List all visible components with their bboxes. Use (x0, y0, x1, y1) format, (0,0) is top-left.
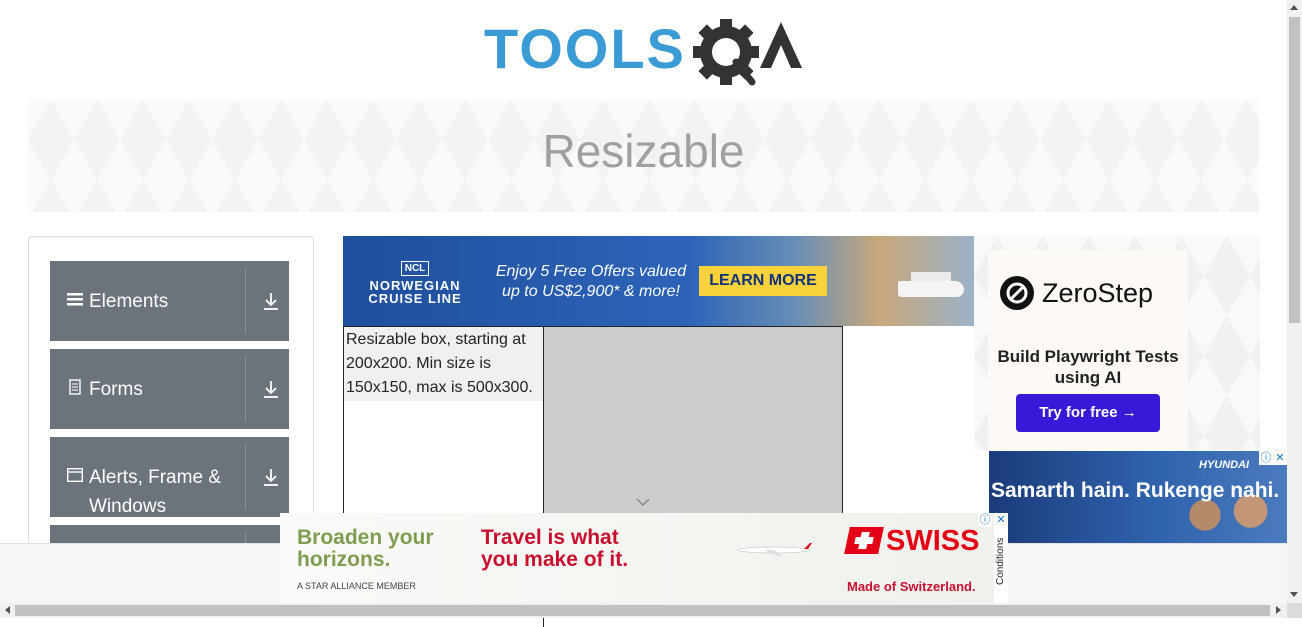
hyundai-headline: Samarth hain. Rukenge nahi. (991, 479, 1280, 502)
ad-close-icon[interactable]: ✕ (994, 513, 1008, 527)
ad-sidebar-zerostep[interactable]: ZeroStep Build Playwright Tests using AI… (974, 236, 1260, 450)
zerostep-logo-icon (1000, 276, 1034, 310)
toolsqa-logo[interactable]: TOOLS (484, 14, 806, 90)
sidebar-group-label: Forms (89, 379, 143, 400)
ad-hyundai[interactable]: Samarth hain. Rukenge nahi. HYUNDAI ⓘ ✕ (989, 451, 1287, 546)
sidebar-group-label: Alerts, Frame & Windows (89, 467, 221, 517)
scrollbar-corner (1287, 603, 1302, 618)
ad-conditions[interactable]: ✕ Conditions (994, 513, 1008, 603)
vertical-scrollbar-thumb[interactable] (1289, 17, 1300, 323)
zerostep-brand: ZeroStep (1042, 278, 1154, 308)
svg-text:TOOLS: TOOLS (484, 17, 686, 80)
star-alliance-text: A STAR ALLIANCE MEMBER (297, 581, 416, 591)
try-for-free-button[interactable]: Try for free → (1016, 394, 1160, 432)
swiss-tagline: Made of Switzerland. (847, 579, 976, 594)
page-title: Resizable (542, 125, 745, 177)
airplane-image (737, 543, 812, 556)
ad-swiss[interactable]: Broaden your horizons. Travel is what yo… (280, 513, 994, 603)
window-icon (67, 468, 83, 483)
scroll-right-icon[interactable] (1276, 606, 1281, 614)
ad-info-icon[interactable]: ⓘ (1259, 451, 1273, 465)
ad-banner-ncl[interactable]: NCL NORWEGIAN CRUISE LINE Enjoy 5 Free O… (343, 236, 974, 326)
ncl-badge: NCL (400, 261, 430, 276)
sidebar-group-elements[interactable]: Elements (50, 261, 289, 341)
vertical-scrollbar[interactable] (1287, 0, 1302, 603)
ad-conditions-label: Conditions (995, 537, 1006, 585)
download-arrow-icon[interactable] (262, 291, 280, 311)
ad-info-icon[interactable]: ⓘ (978, 513, 992, 527)
page-banner: Resizable (28, 100, 1259, 212)
ad-close-icon[interactable]: ✕ (1273, 451, 1287, 465)
zerostep-logo: ZeroStep (1000, 276, 1170, 312)
resizable-box-text: Resizable box, starting at 200x200. Min … (344, 327, 543, 401)
divider (245, 269, 246, 333)
ad-offer-text: Enjoy 5 Free Offers valued up to US$2,90… (495, 263, 687, 300)
resizable-restricted-container: Resizable box, starting at 200x200. Min … (343, 326, 843, 627)
divider (245, 357, 246, 421)
scroll-down-icon[interactable] (1290, 592, 1298, 597)
scroll-left-icon[interactable] (5, 606, 10, 614)
zerostep-card[interactable]: ZeroStep Build Playwright Tests using AI… (988, 250, 1188, 450)
swiss-headline-1: Broaden your horizons. (297, 526, 434, 571)
zerostep-subtitle: Build Playwright Tests using AI (997, 347, 1179, 387)
hyundai-brand: HYUNDAI (1199, 459, 1250, 471)
ncl-logo: NCL NORWEGIAN CRUISE LINE (361, 258, 469, 305)
download-arrow-icon[interactable] (262, 379, 280, 399)
scroll-up-icon[interactable] (1290, 5, 1298, 10)
divider (245, 445, 246, 509)
horizontal-scrollbar-thumb[interactable] (15, 605, 1270, 616)
swiss-headline-2: Travel is what you make of it. (481, 526, 629, 571)
resize-handle-icon[interactable] (636, 497, 650, 507)
sidebar-group-forms[interactable]: Forms (50, 349, 289, 429)
ship-hull-image (898, 281, 964, 297)
learn-more-button[interactable]: LEARN MORE (699, 266, 827, 296)
sidebar-group-alerts[interactable]: Alerts, Frame & Windows (50, 437, 289, 517)
ncl-brand-name: NORWEGIAN CRUISE LINE (368, 278, 462, 306)
list-icon (67, 293, 83, 306)
download-arrow-icon[interactable] (262, 467, 280, 487)
swiss-cross-icon (844, 527, 884, 554)
swiss-logo: SWISS (844, 525, 981, 557)
horizontal-scrollbar[interactable] (0, 603, 1287, 618)
swiss-brand: SWISS (886, 525, 980, 557)
document-icon (69, 379, 81, 395)
sidebar: Elements Forms Alerts, Frame & Windows (28, 236, 314, 558)
sidebar-group-label: Elements (89, 291, 169, 312)
